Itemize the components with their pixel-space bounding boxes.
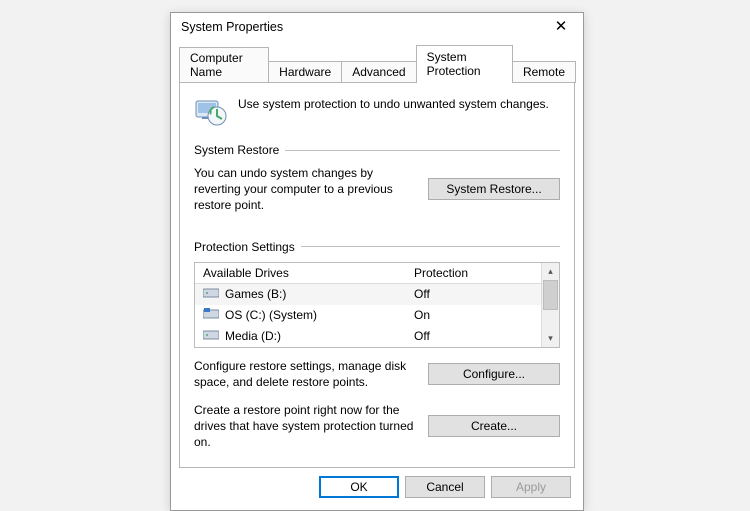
- configure-desc: Configure restore settings, manage disk …: [194, 358, 418, 390]
- drive-protection: On: [406, 305, 559, 325]
- drive-protection: Off: [406, 284, 559, 304]
- tab-advanced[interactable]: Advanced: [341, 61, 416, 83]
- hard-drive-icon: [203, 308, 219, 323]
- restore-desc: You can undo system changes by reverting…: [194, 165, 418, 214]
- group-heading-restore: System Restore: [194, 143, 560, 157]
- intro-row: Use system protection to undo unwanted s…: [194, 95, 560, 129]
- create-row: Create a restore point right now for the…: [194, 402, 560, 451]
- system-protection-icon: [194, 95, 228, 129]
- drive-name: Games (B:): [225, 287, 286, 301]
- tab-remote[interactable]: Remote: [512, 61, 576, 83]
- drives-listbox[interactable]: Available Drives Protection Games (B:) O…: [194, 262, 560, 348]
- col-header-drives[interactable]: Available Drives: [195, 263, 406, 283]
- system-properties-dialog: System Properties ✕ Computer Name Hardwa…: [170, 12, 584, 511]
- hard-drive-icon: [203, 287, 219, 302]
- close-icon[interactable]: ✕: [547, 19, 575, 34]
- tab-system-protection[interactable]: System Protection: [416, 45, 513, 83]
- dialog-footer: OK Cancel Apply: [171, 476, 583, 510]
- drive-protection: Off: [406, 326, 559, 346]
- scroll-up-icon[interactable]: ▴: [542, 263, 559, 280]
- tab-computer-name[interactable]: Computer Name: [179, 47, 269, 83]
- window-title: System Properties: [181, 20, 283, 34]
- group-heading-protection-label: Protection Settings: [194, 240, 295, 254]
- tabstrip: Computer Name Hardware Advanced System P…: [171, 44, 583, 82]
- system-restore-button[interactable]: System Restore...: [428, 178, 560, 200]
- hard-drive-icon: [203, 329, 219, 344]
- apply-button[interactable]: Apply: [491, 476, 571, 498]
- create-desc: Create a restore point right now for the…: [194, 402, 418, 451]
- configure-row: Configure restore settings, manage disk …: [194, 358, 560, 390]
- restore-row: You can undo system changes by reverting…: [194, 165, 560, 214]
- drives-header-row: Available Drives Protection: [195, 263, 559, 284]
- col-header-protection[interactable]: Protection: [406, 263, 559, 283]
- drives-body: Games (B:) Off OS (C:) (System) On: [195, 284, 559, 347]
- divider: [285, 150, 560, 151]
- drive-row[interactable]: Media (D:) Off: [195, 326, 559, 347]
- drive-row[interactable]: OS (C:) (System) On: [195, 305, 559, 326]
- group-heading-restore-label: System Restore: [194, 143, 279, 157]
- scrollbar[interactable]: ▴ ▾: [541, 263, 559, 347]
- tab-panel: Use system protection to undo unwanted s…: [179, 82, 575, 468]
- cancel-button[interactable]: Cancel: [405, 476, 485, 498]
- drive-row[interactable]: Games (B:) Off: [195, 284, 559, 305]
- configure-button[interactable]: Configure...: [428, 363, 560, 385]
- scroll-track[interactable]: [543, 280, 558, 330]
- titlebar: System Properties ✕: [171, 13, 583, 40]
- divider: [301, 246, 560, 247]
- drive-name: Media (D:): [225, 329, 281, 343]
- ok-button[interactable]: OK: [319, 476, 399, 498]
- create-button[interactable]: Create...: [428, 415, 560, 437]
- intro-text: Use system protection to undo unwanted s…: [238, 95, 549, 111]
- scroll-down-icon[interactable]: ▾: [542, 330, 559, 347]
- tab-hardware[interactable]: Hardware: [268, 61, 342, 83]
- drive-name: OS (C:) (System): [225, 308, 317, 322]
- scroll-thumb[interactable]: [543, 280, 558, 310]
- group-heading-protection: Protection Settings: [194, 240, 560, 254]
